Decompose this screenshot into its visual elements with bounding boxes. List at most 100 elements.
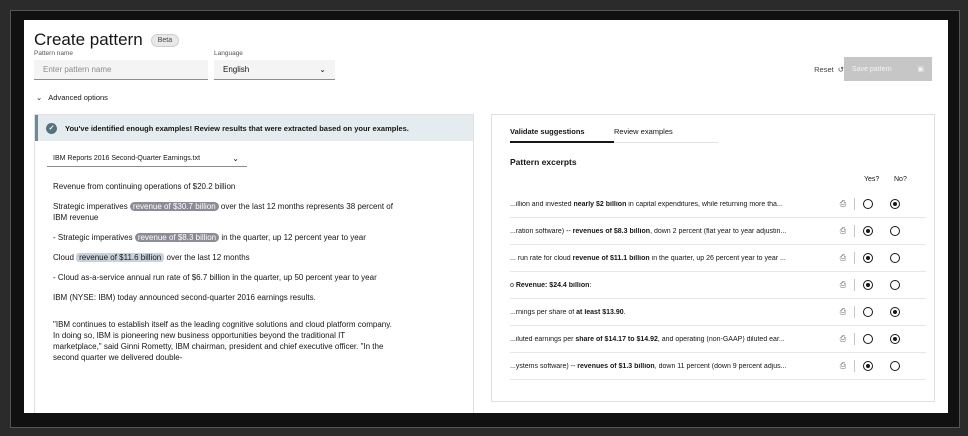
divider	[854, 252, 855, 264]
document-text: Revenue from continuing operations of $2…	[35, 167, 393, 363]
validation-panel: Validate suggestions Review examples Pat…	[491, 114, 935, 402]
reset-button[interactable]: Reset ↺	[814, 65, 844, 74]
document-name: IBM Reports 2016 Second-Quarter Earnings…	[53, 155, 201, 162]
excerpt-context: , down 11 percent (down 9 percent adjus.…	[654, 362, 787, 370]
excerpt-match: Revenue: $24.4 billion	[515, 281, 590, 289]
pattern-name-label: Pattern name	[34, 50, 74, 57]
excerpt-context: ...ystems software) --	[510, 362, 578, 370]
yes-radio[interactable]	[863, 253, 873, 263]
reset-label: Reset	[814, 65, 834, 74]
tab-bar: Validate suggestions Review examples	[510, 127, 934, 143]
save-pattern-label: Save pattern	[852, 65, 892, 73]
no-radio[interactable]	[890, 199, 900, 209]
document-icon[interactable]: ⎙	[836, 199, 850, 209]
excerpt-match: revenues of $1.3 billion	[577, 362, 655, 370]
language-select[interactable]: English ⌄	[214, 60, 335, 80]
excerpt-text: ... run rate for cloud revenue of $11.1 …	[510, 255, 836, 262]
doc-text: over the last 12 months	[164, 253, 250, 262]
doc-paragraph: Cloud revenue of $11.6 billion over the …	[53, 252, 393, 263]
excerpt-context: , and operating (non-GAAP) diluted ear..…	[657, 335, 785, 343]
excerpt-match: nearly $2 billion	[573, 200, 627, 208]
excerpt-text: ...rnings per share of at least $13.90.	[510, 309, 836, 316]
chevron-down-icon: ⌄	[232, 154, 239, 163]
yes-radio[interactable]	[863, 307, 873, 317]
document-icon[interactable]: ⎙	[836, 253, 850, 263]
excerpt-context: :	[589, 281, 592, 289]
doc-paragraph: Revenue from continuing operations of $2…	[53, 181, 393, 192]
save-pattern-button[interactable]: Save pattern ▣	[844, 57, 932, 81]
doc-text: Revenue from continuing operations of $2…	[53, 182, 236, 191]
no-radio[interactable]	[890, 226, 900, 236]
pattern-name-input[interactable]: Enter pattern name	[34, 60, 208, 80]
doc-text: Cloud	[53, 253, 77, 262]
yes-radio[interactable]	[863, 280, 873, 290]
excerpt-context: .	[623, 308, 626, 316]
divider	[854, 279, 855, 291]
document-select[interactable]: IBM Reports 2016 Second-Quarter Earnings…	[47, 151, 247, 167]
highlighted-example[interactable]: revenue of $11.6 billion	[76, 253, 165, 262]
no-radio[interactable]	[890, 280, 900, 290]
doc-text: in the quarter, up 12 percent year to ye…	[219, 233, 366, 242]
doc-paragraph: - Cloud as-a-service annual run rate of …	[53, 272, 393, 283]
highlighted-example[interactable]: revenue of $30.7 billion	[129, 202, 219, 211]
divider	[854, 360, 855, 372]
doc-paragraph: IBM (NYSE: IBM) today announced second-q…	[53, 292, 393, 303]
excerpt-context: ...iluted earnings per	[510, 335, 576, 343]
excerpt-row: ...iluted earnings per share of $14.17 t…	[510, 326, 926, 353]
excerpt-row: ...ystems software) -- revenues of $1.3 …	[510, 353, 926, 380]
divider	[854, 225, 855, 237]
excerpt-list: ...illion and invested nearly $2 billion…	[510, 191, 926, 380]
excerpt-context: ...rnings per share of	[510, 308, 577, 316]
document-icon[interactable]: ⎙	[836, 334, 850, 344]
yes-radio[interactable]	[863, 334, 873, 344]
highlighted-example[interactable]: revenue of $8.3 billion	[134, 233, 220, 242]
excerpt-context: ... run rate for cloud	[510, 254, 573, 262]
save-icon: ▣	[917, 66, 924, 73]
excerpt-text: ...illion and invested nearly $2 billion…	[510, 201, 836, 208]
excerpt-match: revenues of $8.3 billion	[572, 227, 651, 235]
chevron-down-icon: ⌄	[36, 93, 43, 102]
yes-radio[interactable]	[863, 361, 873, 371]
document-icon[interactable]: ⎙	[836, 361, 850, 371]
divider	[854, 306, 855, 318]
excerpt-row: o Revenue: $24.4 billion: ⎙	[510, 272, 926, 299]
advanced-options-label: Advanced options	[48, 93, 108, 102]
excerpt-context: in capital expenditures, while returning…	[626, 200, 783, 208]
excerpt-match: at least $13.90	[576, 308, 624, 316]
document-icon[interactable]: ⎙	[836, 307, 850, 317]
no-radio[interactable]	[890, 253, 900, 263]
language-label: Language	[214, 50, 243, 57]
no-radio[interactable]	[890, 361, 900, 371]
document-icon[interactable]: ⎙	[836, 280, 850, 290]
pattern-name-placeholder: Enter pattern name	[43, 65, 112, 74]
yes-radio[interactable]	[863, 226, 873, 236]
excerpt-row: ...ration software) -- revenues of $8.3 …	[510, 218, 926, 245]
excerpt-text: o Revenue: $24.4 billion:	[510, 282, 836, 289]
pattern-excerpts-title: Pattern excerpts	[510, 157, 577, 167]
create-pattern-page: Create pattern Beta Pattern name Enter p…	[24, 20, 948, 413]
excerpt-text: ...iluted earnings per share of $14.17 t…	[510, 336, 836, 343]
page-header: Create pattern Beta	[34, 30, 180, 50]
success-notification: ✓ You've identified enough examples! Rev…	[35, 115, 473, 141]
excerpt-context: in the quarter, up 26 percent year to ye…	[649, 254, 786, 262]
divider	[854, 198, 855, 210]
excerpt-text: ...ystems software) -- revenues of $1.3 …	[510, 363, 836, 370]
excerpt-row: ...illion and invested nearly $2 billion…	[510, 191, 926, 218]
advanced-options-toggle[interactable]: ⌄ Advanced options	[36, 93, 108, 102]
no-radio[interactable]	[890, 334, 900, 344]
excerpt-context: , down 2 percent (flat year to year adju…	[650, 227, 787, 235]
no-radio[interactable]	[890, 307, 900, 317]
checkmark-icon: ✓	[46, 122, 57, 134]
excerpt-match: share of $14.17 to $14.92	[575, 335, 658, 343]
excerpt-context: ...illion and invested	[510, 200, 574, 208]
doc-text: Strategic imperatives	[53, 202, 130, 211]
doc-paragraph: "IBM continues to establish itself as th…	[53, 319, 393, 363]
chevron-down-icon: ⌄	[319, 65, 326, 74]
excerpt-context: ...ration software) --	[510, 227, 573, 235]
document-icon[interactable]: ⎙	[836, 226, 850, 236]
tab-review-examples[interactable]: Review examples	[614, 127, 718, 143]
yes-radio[interactable]	[863, 199, 873, 209]
tab-validate-suggestions[interactable]: Validate suggestions	[510, 127, 614, 143]
document-panel: ✓ You've identified enough examples! Rev…	[34, 114, 474, 413]
excerpt-row: ...rnings per share of at least $13.90. ⎙	[510, 299, 926, 326]
